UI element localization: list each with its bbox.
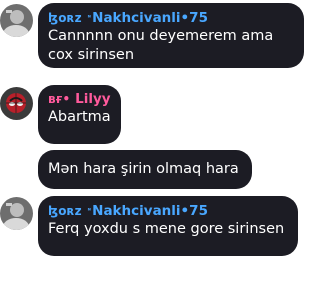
avatar[interactable] [0, 87, 33, 120]
message-text: Mən hara şirin olmaq hara [48, 161, 239, 177]
user-avatar-image-icon [0, 87, 33, 120]
message-text: Abartma [48, 109, 111, 125]
message-text: Cannnnn onu deyemerem ama cox sirinsen [48, 28, 274, 63]
message-bubble[interactable]: ɮᴏʀz ᶰNakhcivanli•75 Ferq yoxdu s mene g… [38, 196, 298, 256]
sender-name[interactable]: ɮᴏʀz ᶰNakhcivanli•75 [48, 202, 288, 220]
message-bubble[interactable]: ɮᴏʀz ᶰNakhcivanli•75 Cannnnn onu deyemer… [38, 3, 304, 68]
sender-name[interactable]: ɮᴏʀz ᶰNakhcivanli•75 [48, 9, 294, 27]
avatar[interactable] [0, 4, 33, 37]
message-bubble[interactable]: ʙғ• Lilyy Abartma [38, 85, 121, 144]
avatar[interactable] [0, 197, 33, 230]
user-avatar-image-icon [0, 4, 33, 37]
sender-name[interactable]: ʙғ• Lilyy [48, 91, 111, 108]
message-bubble[interactable]: Mən hara şirin olmaq hara [38, 150, 252, 189]
message-text: Ferq yoxdu s mene gore sirinsen [48, 221, 285, 237]
user-avatar-image-icon [0, 197, 33, 230]
